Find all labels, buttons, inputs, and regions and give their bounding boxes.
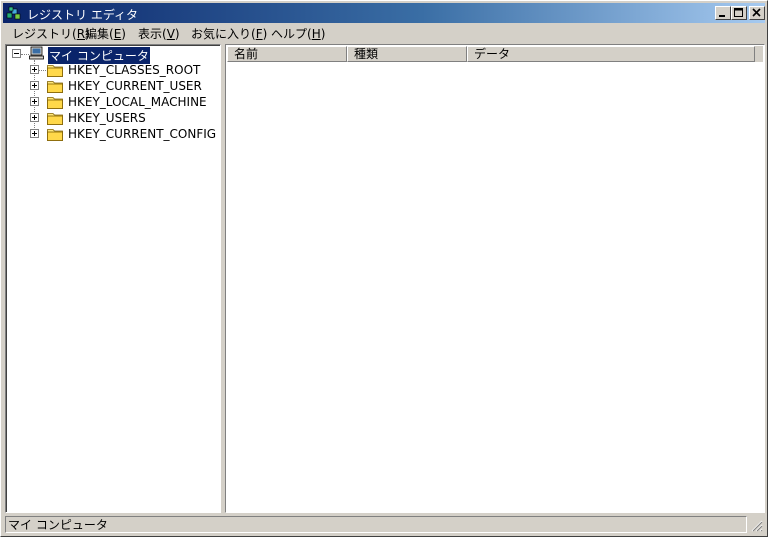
menu-favorites[interactable]: お気に入り(F) bbox=[191, 25, 267, 42]
minimize-icon bbox=[719, 15, 725, 17]
expand-icon[interactable] bbox=[30, 129, 39, 138]
collapse-icon[interactable] bbox=[12, 49, 21, 58]
status-bar: マイ コンピュータ bbox=[3, 515, 765, 534]
tree-item-hkey-local-machine[interactable]: HKEY_LOCAL_MACHINE bbox=[9, 94, 219, 110]
menu-bar: レジストリ(R) 編集(E) 表示(V) お気に入り(F) ヘルプ(H) bbox=[3, 23, 765, 42]
tree-item-hkey-users[interactable]: HKEY_USERS bbox=[9, 110, 219, 126]
resize-grip-icon[interactable] bbox=[751, 520, 763, 532]
registry-tree-pane[interactable]: マイ コンピュータ HKEY_CLASSES_ROOT HKEY_CURRENT bbox=[5, 44, 221, 513]
tree-item-hkey-current-user[interactable]: HKEY_CURRENT_USER bbox=[9, 78, 219, 94]
menu-help[interactable]: ヘルプ(H) bbox=[271, 25, 325, 42]
maximize-icon bbox=[734, 8, 743, 17]
tree-connector-line bbox=[38, 70, 46, 71]
folder-icon bbox=[47, 81, 63, 93]
close-icon bbox=[752, 8, 761, 17]
expand-icon[interactable] bbox=[30, 113, 39, 122]
title-bar[interactable]: レジストリ エディタ bbox=[3, 3, 765, 23]
window-title: レジストリ エディタ bbox=[27, 8, 138, 22]
column-header-data[interactable]: データ bbox=[467, 46, 755, 62]
expand-icon[interactable] bbox=[30, 65, 39, 74]
folder-icon bbox=[47, 65, 63, 77]
list-header: 名前 種類 データ bbox=[227, 46, 763, 62]
folder-icon bbox=[47, 129, 63, 141]
tree-label: HKEY_CURRENT_USER bbox=[68, 79, 202, 93]
column-header-type[interactable]: 種類 bbox=[347, 46, 467, 62]
tree-item-my-computer[interactable]: マイ コンピュータ bbox=[9, 46, 219, 65]
column-header-name[interactable]: 名前 bbox=[227, 46, 347, 62]
maximize-button[interactable] bbox=[731, 6, 747, 20]
tree-item-hkey-current-config[interactable]: HKEY_CURRENT_CONFIG bbox=[9, 126, 219, 142]
registry-editor-window: レジストリ エディタ レジストリ(R) 編集(E) 表示(V) お気に入り(F)… bbox=[0, 0, 768, 537]
tree-label: HKEY_USERS bbox=[68, 111, 146, 125]
computer-icon bbox=[29, 46, 44, 60]
tree-item-hkey-classes-root[interactable]: HKEY_CLASSES_ROOT bbox=[9, 62, 219, 78]
folder-icon bbox=[47, 113, 63, 125]
tree-label: HKEY_CLASSES_ROOT bbox=[68, 63, 201, 77]
expand-icon[interactable] bbox=[30, 81, 39, 90]
close-button[interactable] bbox=[749, 6, 765, 20]
tree-view: マイ コンピュータ HKEY_CLASSES_ROOT HKEY_CURRENT bbox=[6, 45, 220, 512]
minimize-button[interactable] bbox=[715, 6, 731, 20]
menu-registry[interactable]: レジストリ(R) bbox=[12, 25, 90, 42]
status-text: マイ コンピュータ bbox=[5, 516, 747, 533]
tree-label: HKEY_LOCAL_MACHINE bbox=[68, 95, 207, 109]
expand-icon[interactable] bbox=[30, 97, 39, 106]
menu-edit[interactable]: 編集(E) bbox=[85, 25, 126, 42]
regedit-app-icon bbox=[6, 6, 21, 20]
value-list-pane[interactable]: 名前 種類 データ bbox=[225, 44, 765, 513]
tree-label: HKEY_CURRENT_CONFIG bbox=[68, 127, 217, 141]
folder-icon bbox=[47, 97, 63, 109]
menu-view[interactable]: 表示(V) bbox=[138, 25, 180, 42]
